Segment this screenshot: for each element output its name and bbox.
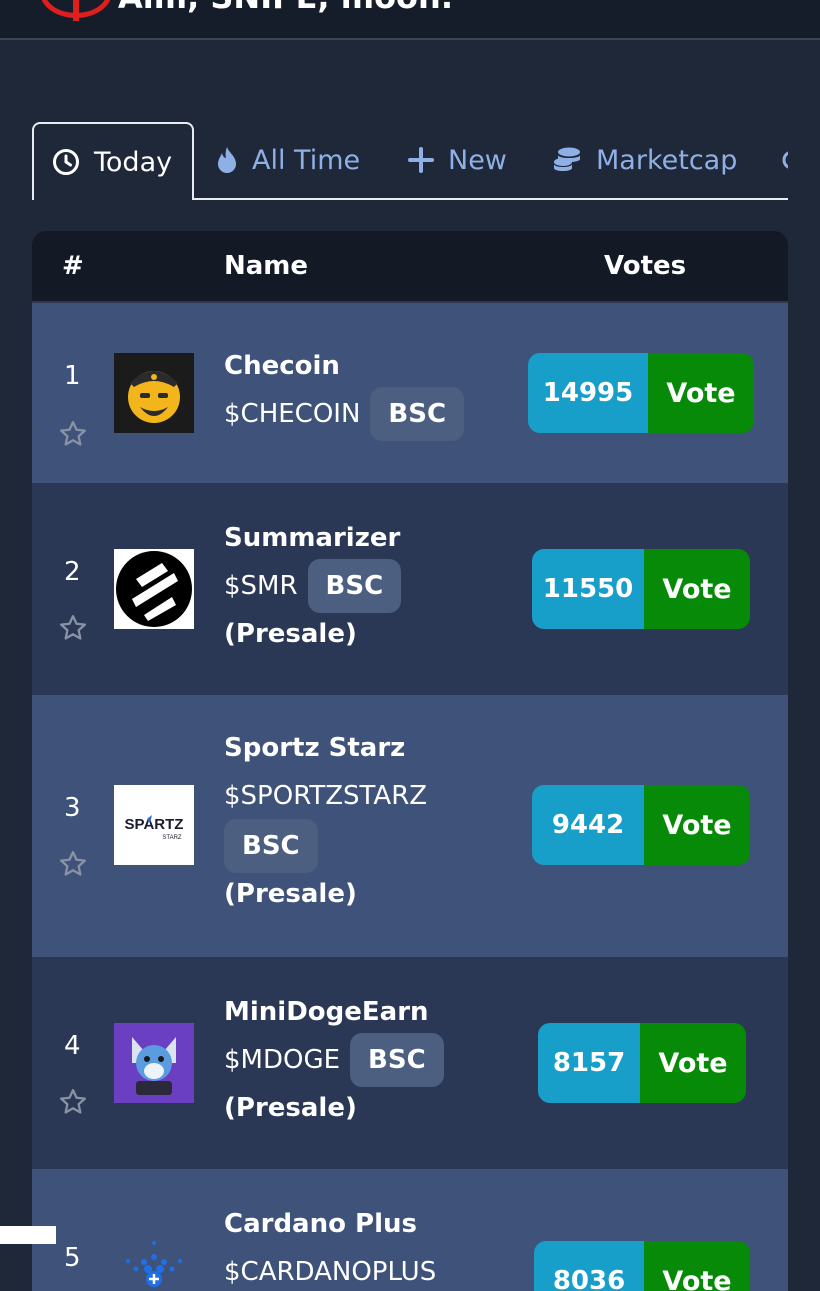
- table-row[interactable]: 4 MiniDogeEarn $MDOGE BSC (Presale) 8157: [32, 957, 788, 1169]
- brand-tagline: Aim, SNIPE, moon.: [118, 0, 453, 16]
- plus-icon: [408, 147, 434, 173]
- coins-icon: [554, 147, 580, 171]
- vote-group: 8157 Vote: [538, 1023, 746, 1103]
- table-row[interactable]: 2 Summarizer $SMR BSC (Presale) 11550 Vo…: [32, 483, 788, 695]
- token-name[interactable]: Cardano Plus: [224, 1209, 446, 1243]
- tab-all-time-label: All Time: [252, 144, 361, 176]
- vote-button[interactable]: Vote: [640, 1023, 746, 1103]
- table-row[interactable]: 5 Cardano Plus $CARDANOPLUS 8036 Vote: [32, 1169, 788, 1291]
- tab-today-label: Today: [94, 146, 173, 178]
- star-icon[interactable]: [58, 613, 88, 643]
- tab-new-label: New: [448, 144, 507, 176]
- header-rank: #: [62, 251, 84, 281]
- rank-number: 3: [64, 793, 81, 823]
- star-icon[interactable]: [58, 419, 88, 449]
- header-name: Name: [224, 251, 309, 281]
- summarizer-logo-icon[interactable]: [114, 549, 194, 629]
- rank-number: 1: [64, 361, 81, 391]
- star-icon[interactable]: [58, 1087, 88, 1117]
- token-name[interactable]: Summarizer: [224, 523, 401, 557]
- checoin-logo-icon[interactable]: [114, 353, 194, 433]
- table-header: # Name Votes: [32, 231, 788, 303]
- ranking-tabs: Today All Time New Marketcap: [32, 122, 788, 200]
- chain-badge: BSC: [307, 559, 402, 613]
- presale-label: (Presale): [224, 1093, 357, 1123]
- vote-count: 8036: [534, 1241, 644, 1291]
- chain-badge: BSC: [224, 819, 318, 873]
- partial-tab-icon: [782, 151, 788, 169]
- vote-button[interactable]: Vote: [644, 785, 750, 865]
- rank-number: 2: [64, 557, 81, 587]
- token-ticker: $CARDANOPLUS: [224, 1257, 437, 1287]
- token-ticker: $SPORTZSTARZ: [224, 781, 428, 811]
- vote-group: 8036 Vote: [534, 1241, 750, 1291]
- chain-badge: BSC: [370, 387, 465, 441]
- token-info: Summarizer $SMR BSC (Presale): [224, 523, 402, 649]
- tab-partial[interactable]: [782, 122, 788, 198]
- token-name[interactable]: Checoin: [224, 351, 464, 385]
- flame-icon: [218, 147, 236, 173]
- tab-marketcap-label: Marketcap: [596, 144, 738, 176]
- vote-group: 9442 Vote: [532, 785, 750, 865]
- vote-group: 11550 Vote: [532, 549, 750, 629]
- vote-count: 11550: [532, 549, 644, 629]
- tab-new[interactable]: New: [408, 122, 507, 198]
- token-name[interactable]: MiniDogeEarn: [224, 997, 444, 1031]
- table-row[interactable]: 1 Checoin $CHECOIN BSC 14995 Vote: [32, 303, 788, 483]
- crosshair-logo-icon[interactable]: [40, 0, 112, 21]
- vote-group: 14995 Vote: [528, 353, 754, 433]
- tab-today[interactable]: Today: [32, 122, 194, 200]
- presale-label: (Presale): [224, 619, 357, 649]
- presale-label: (Presale): [224, 879, 357, 909]
- rank-number: 4: [64, 1031, 81, 1061]
- minidoge-logo-icon[interactable]: [114, 1023, 194, 1103]
- token-name[interactable]: Sportz Starz: [224, 733, 464, 767]
- vote-button[interactable]: Vote: [648, 353, 754, 433]
- vote-count: 14995: [528, 353, 648, 433]
- rank-number: 5: [64, 1243, 81, 1273]
- vote-button[interactable]: Vote: [644, 549, 750, 629]
- table-row[interactable]: 3 SPARTZ STARZ Sportz Starz $SPORTZSTARZ…: [32, 695, 788, 957]
- token-ticker: $CHECOIN: [224, 399, 361, 429]
- clock-icon: [53, 149, 79, 175]
- top-header: Aim, SNIPE, moon.: [0, 0, 820, 40]
- chain-badge: BSC: [350, 1033, 444, 1087]
- token-info: MiniDogeEarn $MDOGE BSC (Presale): [224, 997, 444, 1123]
- vote-button[interactable]: Vote: [644, 1241, 750, 1291]
- ranking-table: # Name Votes 1 Checoin $CHECOIN BSC 1499…: [32, 231, 788, 1291]
- sportz-logo-subtext: STARZ: [162, 835, 182, 841]
- scrollbar-thumb[interactable]: [0, 1226, 56, 1244]
- star-icon[interactable]: [58, 849, 88, 879]
- token-info: Checoin $CHECOIN BSC: [224, 351, 465, 441]
- tab-all-time[interactable]: All Time: [216, 122, 360, 198]
- vote-count: 8157: [538, 1023, 640, 1103]
- token-info: Cardano Plus $CARDANOPLUS: [224, 1209, 446, 1291]
- token-info: Sportz Starz $SPORTZSTARZ BSC (Presale): [224, 733, 464, 909]
- cardano-logo-icon[interactable]: [114, 1235, 194, 1291]
- vote-count: 9442: [532, 785, 644, 865]
- sportz-starz-logo-icon[interactable]: SPARTZ STARZ: [114, 785, 194, 865]
- sportz-logo-text: SPARTZ: [125, 816, 184, 833]
- tab-marketcap[interactable]: Marketcap: [552, 122, 737, 198]
- header-votes: Votes: [604, 251, 687, 281]
- token-ticker: $SMR: [224, 571, 298, 601]
- token-ticker: $MDOGE: [224, 1045, 341, 1075]
